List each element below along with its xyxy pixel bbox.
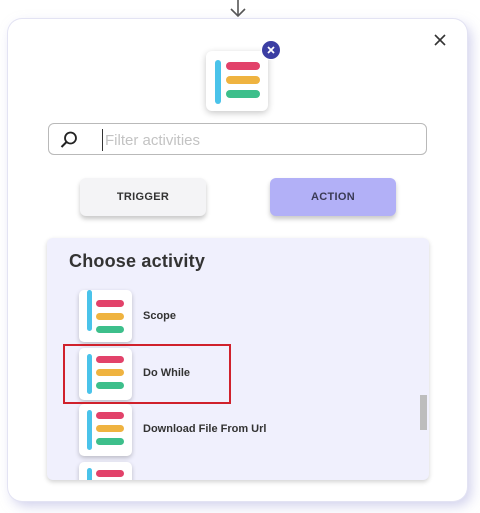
list-item-partial[interactable] [47, 462, 417, 480]
selection-highlight [63, 344, 231, 404]
close-icon[interactable] [432, 32, 448, 48]
list-title: Choose activity [69, 251, 206, 271]
list-item-label: Scope [143, 310, 177, 322]
search-input[interactable] [102, 129, 415, 151]
search-icon [60, 131, 77, 148]
remove-badge-icon[interactable] [261, 40, 281, 60]
list-item-scope[interactable]: Scope [47, 282, 417, 342]
activity-logo-icon [79, 404, 132, 456]
trigger-button[interactable]: TRIGGER [80, 178, 206, 216]
activity-logo-icon [79, 290, 132, 342]
action-button[interactable]: ACTION [270, 178, 396, 216]
activity-logo-icon [79, 462, 132, 480]
activity-logo-icon [206, 51, 268, 111]
search-bar [48, 123, 427, 155]
list-item-label: Download File From Url [143, 423, 267, 435]
list-scrollbar[interactable] [420, 395, 427, 430]
arrow-down-icon [230, 0, 246, 18]
list-item-download-file[interactable]: Download File From Url [47, 404, 417, 456]
